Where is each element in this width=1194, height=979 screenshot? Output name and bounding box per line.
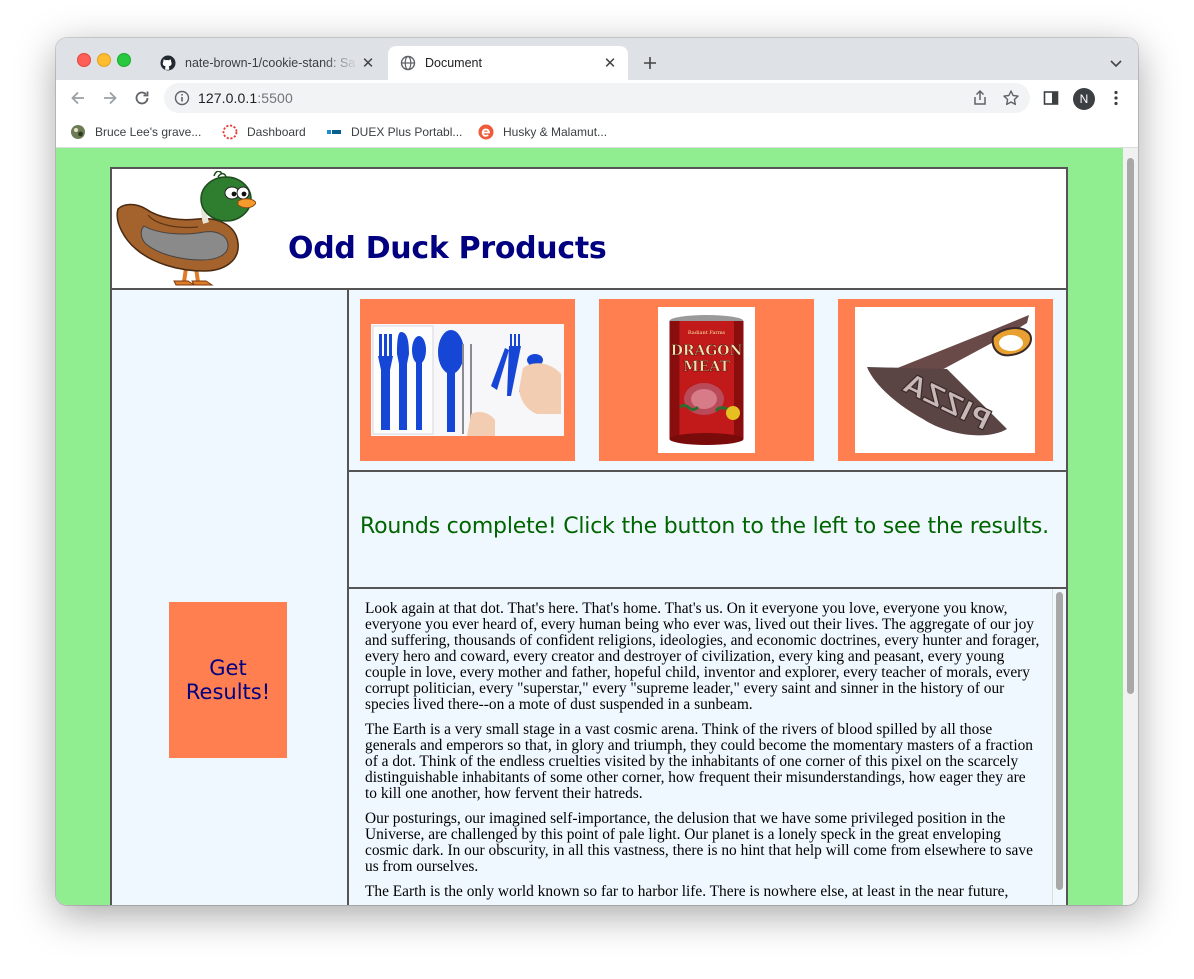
forward-arrow-icon[interactable] bbox=[98, 86, 122, 110]
product-card-pizza-scissors[interactable]: PIZZA bbox=[838, 299, 1053, 461]
close-window-button[interactable] bbox=[77, 53, 91, 67]
kebab-menu-icon[interactable] bbox=[1106, 88, 1126, 108]
address-bar[interactable]: 127.0.0.1:5500 bbox=[164, 83, 1030, 113]
site-title: Odd Duck Products bbox=[288, 231, 607, 267]
page-viewport: Odd Duck Products Get Results! Radiant F… bbox=[56, 148, 1138, 905]
article-paragraph: Our posturings, our imagined self-import… bbox=[365, 810, 1033, 875]
back-arrow-icon[interactable] bbox=[66, 86, 90, 110]
blue-utensils-image bbox=[371, 324, 564, 436]
dashboard-favicon-icon bbox=[222, 124, 238, 140]
bookmarks-bar: Bruce Lee's grave... Dashboard DUEX Plus… bbox=[56, 116, 1138, 148]
bookmark-label: Husky & Malamut... bbox=[503, 125, 608, 139]
browser-toolbar: 127.0.0.1:5500 N bbox=[56, 80, 1138, 116]
minimize-window-button[interactable] bbox=[97, 53, 111, 67]
tab-cookie-stand[interactable]: nate-brown-1/cookie-stand: Sa ✕ bbox=[148, 46, 386, 80]
url-text: 127.0.0.1:5500 bbox=[198, 90, 293, 106]
svg-text:DRAGON: DRAGON bbox=[671, 343, 743, 359]
side-panel-icon[interactable] bbox=[1041, 88, 1061, 108]
svg-text:Radiant Farms: Radiant Farms bbox=[688, 330, 726, 336]
url-host: 127.0.0.1 bbox=[198, 90, 258, 106]
globe-icon bbox=[400, 55, 416, 71]
article-scrollbar[interactable] bbox=[1052, 589, 1066, 905]
status-message-section: Rounds complete! Click the button to the… bbox=[349, 472, 1066, 589]
close-tab-icon[interactable]: ✕ bbox=[600, 53, 620, 73]
bookmark-item[interactable]: DUEX Plus Portabl... bbox=[326, 122, 462, 142]
share-icon[interactable] bbox=[971, 89, 989, 107]
product-card-utensils[interactable] bbox=[360, 299, 575, 461]
sidebar: Get Results! bbox=[112, 290, 349, 905]
profile-avatar[interactable]: N bbox=[1073, 88, 1095, 110]
close-tab-icon[interactable]: ✕ bbox=[358, 53, 378, 73]
husky-favicon-icon bbox=[478, 124, 494, 140]
bookmark-star-icon[interactable] bbox=[1002, 89, 1020, 107]
tab-document[interactable]: Document ✕ bbox=[388, 46, 628, 80]
product-card-dragon-meat[interactable]: Radiant Farms DRAGON MEAT bbox=[599, 299, 814, 461]
article-paragraph: Look again at that dot. That's here. Tha… bbox=[365, 600, 1040, 713]
page-scrollbar[interactable] bbox=[1123, 148, 1138, 905]
url-port: :5500 bbox=[257, 90, 293, 106]
pizza-scissors-image: PIZZA bbox=[855, 307, 1035, 453]
bookmark-label: Bruce Lee's grave... bbox=[95, 125, 202, 139]
bookmark-label: Dashboard bbox=[247, 125, 306, 139]
new-tab-button[interactable] bbox=[638, 51, 662, 75]
bookmark-item[interactable]: Dashboard bbox=[222, 122, 306, 142]
dragon-meat-can-image: Radiant Farms DRAGON MEAT bbox=[658, 307, 755, 453]
article-text: Look again at that dot. That's here. Tha… bbox=[365, 601, 1041, 905]
info-icon[interactable] bbox=[174, 90, 190, 106]
article-scrollbar-thumb[interactable] bbox=[1056, 592, 1063, 890]
page-scrollbar-thumb[interactable] bbox=[1127, 158, 1134, 694]
zoom-window-button[interactable] bbox=[117, 53, 131, 67]
tab-title: nate-brown-1/cookie-stand: Sa bbox=[185, 56, 356, 70]
bookmark-label: DUEX Plus Portabl... bbox=[351, 125, 463, 139]
get-results-button[interactable]: Get Results! bbox=[169, 602, 287, 758]
article-section: Look again at that dot. That's here. Tha… bbox=[349, 589, 1066, 905]
chevron-down-icon[interactable] bbox=[1104, 52, 1128, 76]
bookmark-favicon-icon bbox=[70, 124, 86, 140]
svg-text:MEAT: MEAT bbox=[683, 359, 730, 375]
article-paragraph: The Earth is a very small stage in a vas… bbox=[365, 721, 1034, 802]
bookmark-item[interactable]: Husky & Malamut... bbox=[478, 122, 607, 142]
github-icon bbox=[160, 55, 176, 71]
bookmark-item[interactable]: Bruce Lee's grave... bbox=[70, 122, 201, 142]
site-header: Odd Duck Products bbox=[112, 169, 1066, 290]
tab-bar: nate-brown-1/cookie-stand: Sa ✕ Document… bbox=[56, 38, 1138, 80]
product-images-section: Radiant Farms DRAGON MEAT PIZZA bbox=[349, 290, 1066, 472]
page-container: Odd Duck Products Get Results! Radiant F… bbox=[110, 167, 1068, 905]
duex-favicon-icon bbox=[326, 124, 342, 140]
article-paragraph: The Earth is the only world known so far… bbox=[365, 883, 1009, 900]
tab-title: Document bbox=[425, 56, 482, 70]
reload-icon[interactable] bbox=[130, 86, 154, 110]
status-message: Rounds complete! Click the button to the… bbox=[360, 514, 1049, 539]
duck-logo-icon bbox=[114, 170, 257, 287]
browser-window: nate-brown-1/cookie-stand: Sa ✕ Document… bbox=[56, 38, 1138, 905]
